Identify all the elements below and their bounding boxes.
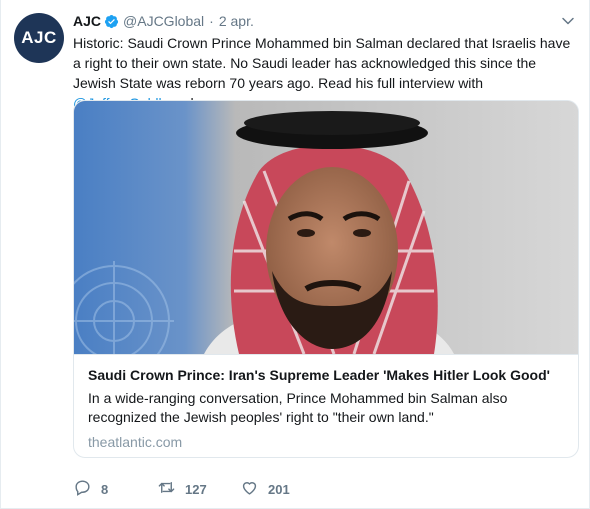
tweet-text-body: Historic: Saudi Crown Prince Mohammed bi…: [73, 35, 571, 91]
card-domain: theatlantic.com: [88, 434, 183, 450]
like-icon: [240, 478, 259, 500]
reply-count: 8: [101, 481, 109, 497]
avatar-text: AJC: [21, 28, 57, 47]
retweet-icon: [157, 478, 176, 500]
card-title[interactable]: Saudi Crown Prince: Iran's Supreme Leade…: [88, 365, 564, 385]
tweet: AJC AJC @AJCGlobal · 2 apr. Historic: Sa…: [0, 0, 590, 509]
card-body[interactable]: Saudi Crown Prince: Iran's Supreme Leade…: [74, 354, 578, 457]
avatar[interactable]: AJC: [14, 13, 64, 63]
retweet-button[interactable]: 127: [157, 478, 240, 500]
tweet-date[interactable]: 2 apr.: [219, 13, 254, 29]
retweet-count: 127: [185, 481, 207, 497]
author-name[interactable]: AJC: [73, 13, 101, 29]
like-count: 201: [268, 481, 290, 497]
link-card[interactable]: Saudi Crown Prince: Iran's Supreme Leade…: [73, 100, 579, 458]
tweet-header: AJC @AJCGlobal · 2 apr.: [73, 11, 577, 31]
reply-icon: [73, 478, 92, 500]
reply-button[interactable]: 8: [73, 478, 157, 500]
card-image[interactable]: [74, 101, 578, 354]
separator-dot: ·: [209, 13, 214, 29]
card-description: In a wide-ranging conversation, Prince M…: [88, 390, 508, 425]
verified-badge-icon: [104, 14, 119, 29]
like-button[interactable]: 201: [240, 478, 330, 500]
chevron-down-icon[interactable]: [561, 14, 575, 28]
tweet-actions: 8 127 201: [73, 477, 330, 501]
author-handle[interactable]: @AJCGlobal: [123, 13, 204, 29]
